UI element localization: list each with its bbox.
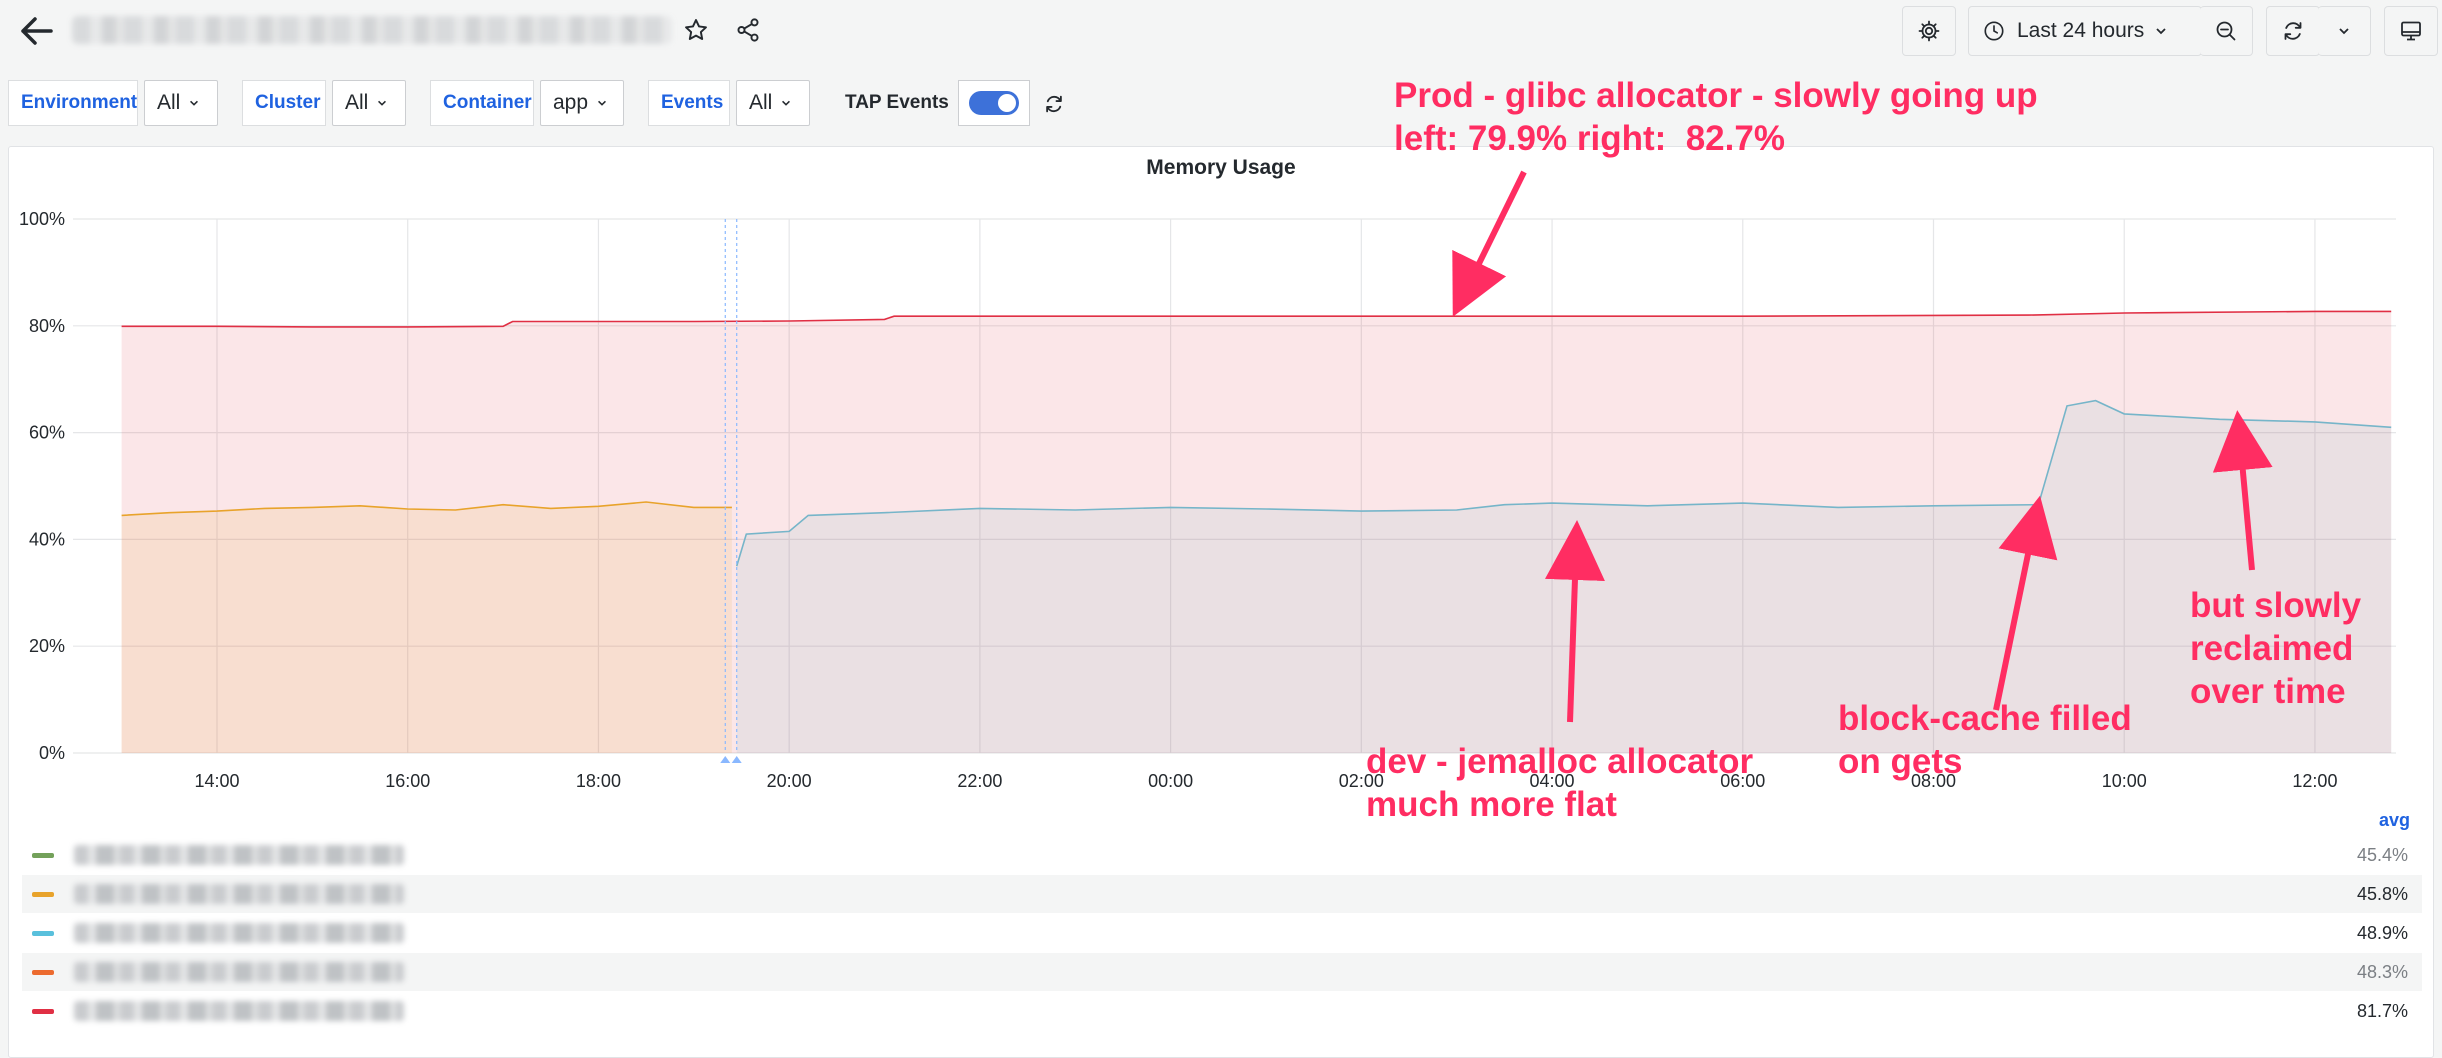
y-tick-label: 100% <box>19 209 65 229</box>
legend-avg-value: 45.4% <box>2356 844 2408 865</box>
legend-row[interactable]: 81.7% <box>22 992 2422 1030</box>
legend-series-name <box>74 1001 404 1021</box>
legend-color-swatch <box>32 969 54 975</box>
annotation-block-cache: block-cache filled on gets <box>1838 699 2132 781</box>
legend-color-swatch <box>32 891 54 897</box>
y-tick-label: 20% <box>29 636 65 656</box>
legend-avg-value: 81.7% <box>2356 1000 2408 1021</box>
legend-series-name <box>74 923 404 943</box>
legend-row[interactable]: 48.3% <box>22 953 2422 991</box>
legend-color-swatch <box>32 852 54 858</box>
annotation-dev: dev - jemalloc allocator much more flat <box>1366 742 1754 824</box>
legend-row[interactable]: 45.8% <box>22 875 2422 913</box>
legend-avg-header[interactable]: avg <box>2350 810 2410 831</box>
legend-avg-value: 48.9% <box>2356 922 2408 943</box>
legend-row[interactable]: 45.4% <box>22 836 2422 874</box>
x-tick-label: 18:00 <box>576 771 621 791</box>
y-tick-label: 60% <box>29 423 65 443</box>
legend-series-name <box>74 962 404 982</box>
x-tick-label: 00:00 <box>1148 771 1193 791</box>
annotation-reclaim: but slowly reclaimed over time <box>2190 586 2362 711</box>
y-tick-label: 80% <box>29 316 65 336</box>
legend-row[interactable]: 48.9% <box>22 914 2422 952</box>
x-tick-label: 12:00 <box>2292 771 2337 791</box>
x-tick-label: 16:00 <box>385 771 430 791</box>
legend-avg-value: 45.8% <box>2356 883 2408 904</box>
annotation-prod: Prod - glibc allocator - slowly going up… <box>1394 76 2038 158</box>
series-area-1 <box>121 502 732 753</box>
x-tick-label: 14:00 <box>194 771 239 791</box>
x-tick-label: 20:00 <box>767 771 812 791</box>
event-marker <box>720 756 731 763</box>
legend-color-swatch <box>32 1008 54 1014</box>
memory-usage-chart[interactable]: 100% 80% 60% 40% 20% 0% 14:00 16:00 18:00 20:00 22… <box>0 0 2442 800</box>
y-tick-label: 40% <box>29 529 65 549</box>
legend-series-name <box>74 845 404 865</box>
legend-avg-value: 48.3% <box>2356 961 2408 982</box>
legend-color-swatch <box>32 930 54 936</box>
event-marker <box>731 756 742 763</box>
legend-series-name <box>74 884 404 904</box>
y-tick-label: 0% <box>39 743 65 763</box>
x-tick-label: 22:00 <box>957 771 1002 791</box>
